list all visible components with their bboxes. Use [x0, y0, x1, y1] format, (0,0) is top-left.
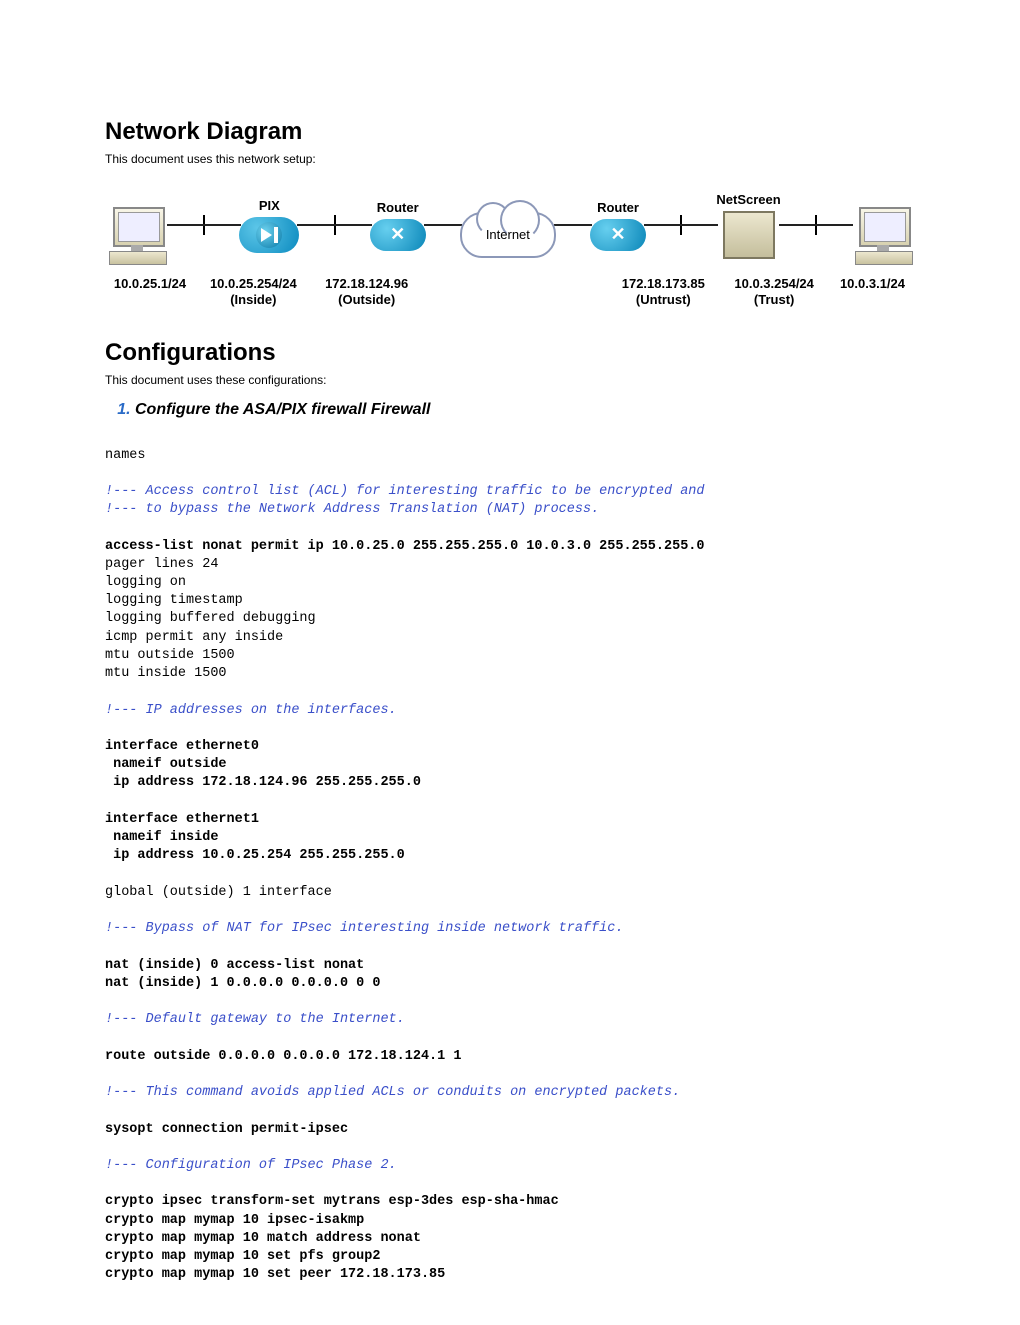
- pc-left: [105, 188, 169, 263]
- cloud-icon: Internet: [460, 212, 556, 258]
- pix-outside-addr: 172.18.124.96 (Outside): [312, 276, 422, 309]
- code-line: interface ethernet0: [105, 739, 259, 754]
- pix-outside-ip: 172.18.124.96: [312, 276, 422, 292]
- computer-icon: [851, 207, 915, 263]
- code-line: nat (inside) 0 access-list nonat: [105, 958, 364, 973]
- netscreen-icon: [723, 211, 775, 259]
- code-comment: !--- Default gateway to the Internet.: [105, 1012, 405, 1027]
- code-line: pager lines 24: [105, 557, 218, 572]
- code-comment: !--- Bypass of NAT for IPsec interesting…: [105, 921, 623, 936]
- pix-icon: [239, 217, 299, 253]
- code-comment: !--- Access control list (ACL) for inter…: [105, 484, 705, 499]
- code-line: route outside 0.0.0.0 0.0.0.0 172.18.124…: [105, 1049, 461, 1064]
- pc-left-ip: 10.0.25.1/24: [105, 276, 195, 309]
- section-lead-network-diagram: This document uses this network setup:: [105, 152, 915, 166]
- ns-untrust-addr: 172.18.173.85 (Untrust): [608, 276, 718, 309]
- config-step-1: Configure the ASA/PIX firewall Firewall: [135, 401, 915, 419]
- ns-trust-tag: (Trust): [722, 292, 827, 308]
- pix-inside-tag: (Inside): [198, 292, 308, 308]
- code-line: sysopt connection permit-ipsec: [105, 1122, 348, 1137]
- code-line: mtu inside 1500: [105, 666, 227, 681]
- ns-trust-ip: 10.0.3.254/24: [722, 276, 827, 292]
- section-heading-network-diagram: Network Diagram: [105, 118, 915, 146]
- code-line: mtu outside 1500: [105, 648, 235, 663]
- pix-outside-tag: (Outside): [312, 292, 422, 308]
- netscreen-device: NetScreen: [716, 192, 780, 259]
- pc-right-ip: 10.0.3.1/24: [830, 276, 915, 309]
- code-line: crypto map mymap 10 ipsec-isakmp: [105, 1213, 364, 1228]
- code-line: global (outside) 1 interface: [105, 885, 332, 900]
- config-step-1-title: Configure the ASA/PIX firewall Firewall: [135, 401, 430, 418]
- code-line: icmp permit any inside: [105, 630, 283, 645]
- ns-trust-addr: 10.0.3.254/24 (Trust): [722, 276, 827, 309]
- code-line: crypto map mymap 10 set peer 172.18.173.…: [105, 1267, 445, 1282]
- code-line: logging on: [105, 575, 186, 590]
- router-icon: ✕: [590, 219, 646, 251]
- code-line: crypto map mymap 10 set pfs group2: [105, 1249, 380, 1264]
- code-line: logging buffered debugging: [105, 611, 316, 626]
- code-comment: !--- IP addresses on the interfaces.: [105, 703, 397, 718]
- router-right: Router ✕: [590, 200, 646, 251]
- pc-right: [851, 188, 915, 263]
- code-line: interface ethernet1: [105, 812, 259, 827]
- config-ordered-list: Configure the ASA/PIX firewall Firewall: [135, 401, 915, 419]
- code-comment: !--- Configuration of IPsec Phase 2.: [105, 1158, 397, 1173]
- router-left-label: Router: [377, 200, 419, 215]
- computer-icon: [105, 207, 169, 263]
- code-line: nat (inside) 1 0.0.0.0 0.0.0.0 0 0: [105, 976, 380, 991]
- pix-inside-addr: 10.0.25.254/24 (Inside): [198, 276, 308, 309]
- code-line: ip address 172.18.124.96 255.255.255.0: [105, 775, 421, 790]
- code-line: access-list nonat permit ip 10.0.25.0 25…: [105, 539, 705, 554]
- section-lead-configurations: This document uses these configurations:: [105, 373, 915, 387]
- pix-inside-ip: 10.0.25.254/24: [198, 276, 308, 292]
- code-comment: !--- to bypass the Network Address Trans…: [105, 502, 599, 517]
- router-right-label: Router: [597, 200, 639, 215]
- code-line: names: [105, 448, 146, 463]
- code-line: ip address 10.0.25.254 255.255.255.0: [105, 848, 405, 863]
- internet-cloud: Internet: [460, 193, 556, 258]
- ns-untrust-tag: (Untrust): [608, 292, 718, 308]
- router-left: Router ✕: [370, 200, 426, 251]
- cloud-label: Internet: [460, 212, 556, 258]
- code-line: crypto map mymap 10 match address nonat: [105, 1231, 421, 1246]
- config-code-block: names !--- Access control list (ACL) for…: [105, 447, 915, 1285]
- pix-label: PIX: [259, 198, 280, 213]
- ns-untrust-ip: 172.18.173.85: [608, 276, 718, 292]
- code-line: logging timestamp: [105, 593, 243, 608]
- router-icon: ✕: [370, 219, 426, 251]
- pix-device: PIX: [239, 198, 299, 253]
- code-comment: !--- This command avoids applied ACLs or…: [105, 1085, 680, 1100]
- netscreen-label: NetScreen: [716, 192, 780, 207]
- network-diagram: PIX Router ✕ Internet Router ✕ NetScreen: [105, 180, 915, 309]
- code-line: crypto ipsec transform-set mytrans esp-3…: [105, 1194, 559, 1209]
- code-line: nameif inside: [105, 830, 218, 845]
- code-line: nameif outside: [105, 757, 227, 772]
- section-heading-configurations: Configurations: [105, 339, 915, 367]
